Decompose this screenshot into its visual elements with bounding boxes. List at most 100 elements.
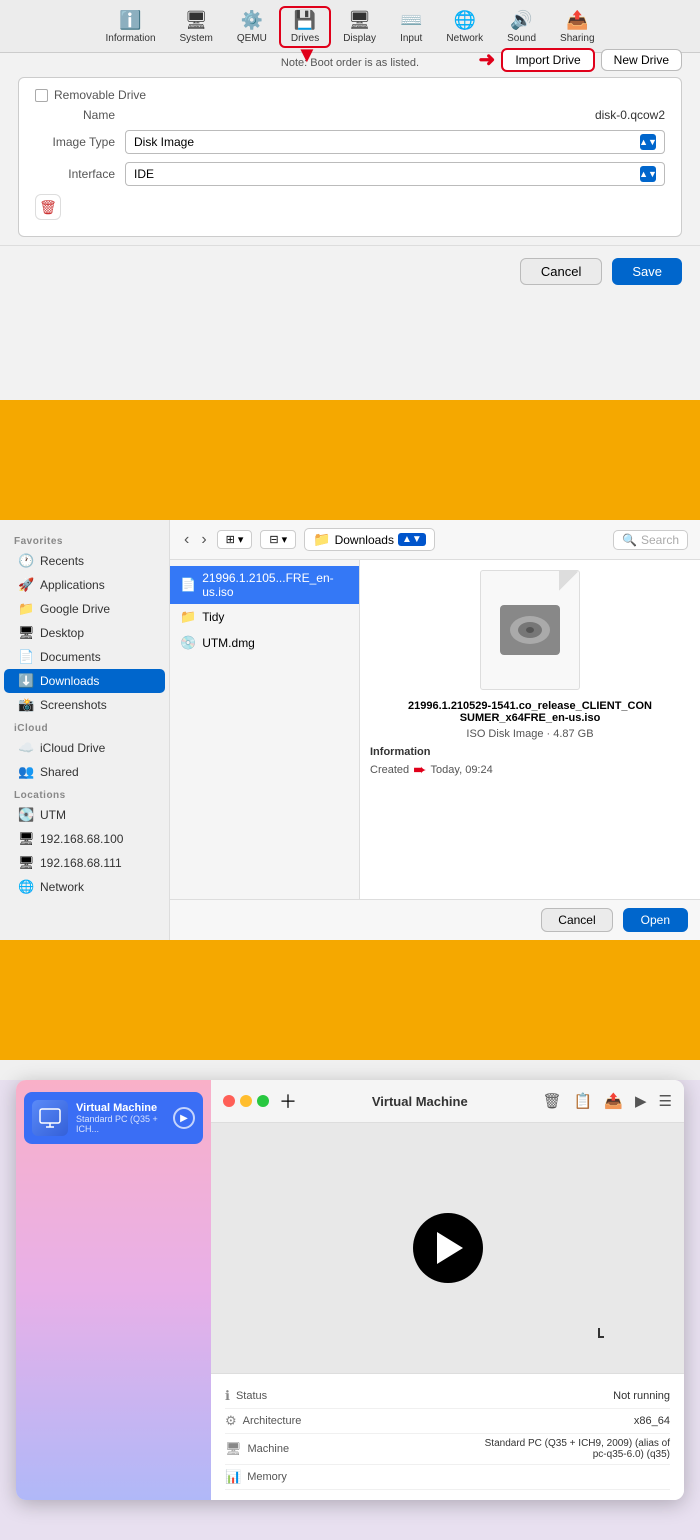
sidebar-item-documents[interactable]: 📄 Documents: [4, 645, 165, 669]
file-toolbar: ‹ › ⊞ ▾ ⊟ ▾ 📁 Downloads ▲▼ 🔍 Search: [170, 520, 700, 560]
location-pill[interactable]: 📁 Downloads ▲▼: [304, 528, 435, 551]
recents-icon: 🕐: [18, 553, 34, 569]
view-toggle-button[interactable]: ⊞ ▾: [217, 530, 253, 549]
utm-location-icon: 💽: [18, 807, 34, 823]
toolbar-item-sharing[interactable]: 📤 Sharing: [548, 8, 606, 46]
name-field-label: Name: [35, 108, 115, 122]
dialog-body: Removable Drive Name disk-0.qcow2 Image …: [18, 77, 682, 237]
utm-window: Virtual Machine Standard PC (Q35 + ICH..…: [16, 1080, 684, 1500]
locations-section-label: Locations: [0, 784, 169, 803]
preview-type: ISO Disk Image · 4.87 GB: [466, 728, 593, 740]
google-drive-icon: 📁: [18, 601, 34, 617]
drives-icon: 💾: [294, 10, 316, 31]
sidebar-item-network[interactable]: 🌐 Network: [4, 875, 165, 899]
new-drive-button[interactable]: New Drive: [601, 49, 682, 71]
screenshots-icon: 📸: [18, 697, 34, 713]
sidebar-item-utm[interactable]: 💽 UTM: [4, 803, 165, 827]
utm-topbar: ＋ Virtual Machine 🗑 📋 📤 ▶ ☰: [211, 1080, 684, 1123]
delete-vm-icon[interactable]: 🗑: [543, 1092, 562, 1110]
sidebar-item-screenshots[interactable]: 📸 Screenshots: [4, 693, 165, 717]
vm-play-button[interactable]: ▶: [173, 1107, 195, 1129]
arch-icon: ⚙: [225, 1413, 237, 1429]
import-drive-button[interactable]: Import Drive: [501, 48, 594, 72]
sidebar-item-ip1[interactable]: 🖥 192.168.68.100: [4, 827, 165, 851]
arch-value: x86_64: [634, 1415, 670, 1427]
location-label: Downloads: [335, 533, 394, 547]
toolbar-item-input[interactable]: ⌨️ Input: [388, 8, 434, 46]
delete-drive-button[interactable]: 🗑: [35, 194, 61, 220]
arch-label: ⚙ Architecture: [225, 1413, 301, 1429]
sidebar-item-ip2[interactable]: 🖥 192.168.68.111: [4, 851, 165, 875]
clone-vm-icon[interactable]: 📋: [574, 1092, 593, 1110]
toolbar: ℹ️ Information 🖥 System ⚙️ QEMU 💾 Drives…: [0, 0, 700, 53]
file-item-iso[interactable]: 📄 21996.1.2105...FRE_en-us.iso: [170, 566, 359, 604]
file-cancel-button[interactable]: Cancel: [541, 908, 612, 932]
sidebar-item-applications[interactable]: 🚀 Applications: [4, 573, 165, 597]
vm-play-big-button[interactable]: [413, 1213, 483, 1283]
vm-info: Virtual Machine Standard PC (Q35 + ICH..…: [76, 1102, 165, 1134]
file-item-utm-dmg[interactable]: 💿 UTM.dmg: [170, 630, 359, 656]
window-title: Virtual Machine: [307, 1094, 533, 1109]
desktop-icon: 🖥: [18, 625, 34, 641]
toolbar-item-display[interactable]: 🖥 Display: [331, 8, 388, 46]
forward-button[interactable]: ›: [199, 531, 208, 549]
information-icon: ℹ️: [119, 10, 141, 31]
grid-icon: ⊟: [269, 533, 278, 546]
minimize-button[interactable]: [240, 1095, 252, 1107]
tidy-folder-icon: 📁: [180, 609, 196, 625]
machine-icon: 🖥: [225, 1441, 242, 1457]
network-location-icon: 🌐: [18, 879, 34, 895]
removable-label: Removable Drive: [54, 88, 146, 102]
utm-vm-section: Virtual Machine Standard PC (Q35 + ICH..…: [0, 1080, 700, 1540]
back-button[interactable]: ‹: [182, 531, 191, 549]
toolbar-item-system[interactable]: 🖥 System: [168, 8, 225, 46]
toolbar-item-sound[interactable]: 🔊 Sound: [495, 8, 548, 46]
sidebar-item-google-drive[interactable]: 📁 Google Drive: [4, 597, 165, 621]
favorites-section-label: Favorites: [0, 530, 169, 549]
play-vm-icon[interactable]: ▶: [635, 1092, 647, 1110]
removable-checkbox[interactable]: [35, 89, 48, 102]
grid-view-button[interactable]: ⊟ ▾: [260, 530, 296, 549]
interface-row: Interface IDE ▲▼: [35, 162, 665, 186]
interface-select[interactable]: IDE ▲▼: [125, 162, 665, 186]
location-dropdown-arrow: ▲▼: [398, 533, 426, 546]
close-button[interactable]: [223, 1095, 235, 1107]
search-box[interactable]: 🔍 Search: [613, 530, 688, 550]
sidebar-item-downloads[interactable]: ⬇️ Downloads: [4, 669, 165, 693]
image-type-select[interactable]: Disk Image ▲▼: [125, 130, 665, 154]
sidebar-item-desktop[interactable]: 🖥 Desktop: [4, 621, 165, 645]
toolbar-item-qemu[interactable]: ⚙️ QEMU: [225, 8, 279, 46]
qemu-icon: ⚙️: [241, 10, 263, 31]
play-triangle: [437, 1232, 463, 1264]
file-item-tidy[interactable]: 📁 Tidy: [170, 604, 359, 630]
sidebar-item-recents[interactable]: 🕐 Recents: [4, 549, 165, 573]
file-sidebar: Favorites 🕐 Recents 🚀 Applications 📁 Goo…: [0, 520, 170, 940]
sidebar-item-shared[interactable]: 👥 Shared: [4, 760, 165, 784]
info-row-arch: ⚙ Architecture x86_64: [225, 1409, 670, 1434]
toolbar-item-information[interactable]: ℹ️ Information: [93, 8, 167, 46]
sidebar-item-icloud-drive[interactable]: ☁️ iCloud Drive: [4, 736, 165, 760]
yellow-divider-2: [0, 940, 700, 1060]
chevron-down-icon-2: ▾: [282, 533, 288, 546]
created-label: Created: [370, 764, 409, 776]
vm-list-item[interactable]: Virtual Machine Standard PC (Q35 + ICH..…: [24, 1092, 203, 1144]
dialog-footer: Cancel Save: [0, 245, 700, 295]
info-row-status: ℹ Status Not running: [225, 1384, 670, 1409]
add-vm-button[interactable]: ＋: [279, 1088, 297, 1114]
toolbar-item-network[interactable]: 🌐 Network: [434, 8, 495, 46]
save-button[interactable]: Save: [612, 258, 682, 285]
name-row: Name disk-0.qcow2: [35, 108, 665, 122]
iso-file-icon: 📄: [180, 577, 196, 593]
more-options-icon[interactable]: ☰: [659, 1092, 672, 1110]
image-type-label: Image Type: [35, 135, 115, 149]
file-open-button[interactable]: Open: [623, 908, 688, 932]
cursor-indicator: [598, 1328, 604, 1338]
documents-icon: 📄: [18, 649, 34, 665]
vm-name: Virtual Machine: [76, 1102, 165, 1114]
cancel-button[interactable]: Cancel: [520, 258, 602, 285]
maximize-button[interactable]: [257, 1095, 269, 1107]
share-vm-icon[interactable]: 📤: [604, 1092, 623, 1110]
file-list: 📄 21996.1.2105...FRE_en-us.iso 📁 Tidy 💿 …: [170, 560, 360, 899]
machine-value: Standard PC (Q35 + ICH9, 2009) (alias of…: [470, 1438, 670, 1460]
disk-image-svg: [495, 590, 565, 670]
